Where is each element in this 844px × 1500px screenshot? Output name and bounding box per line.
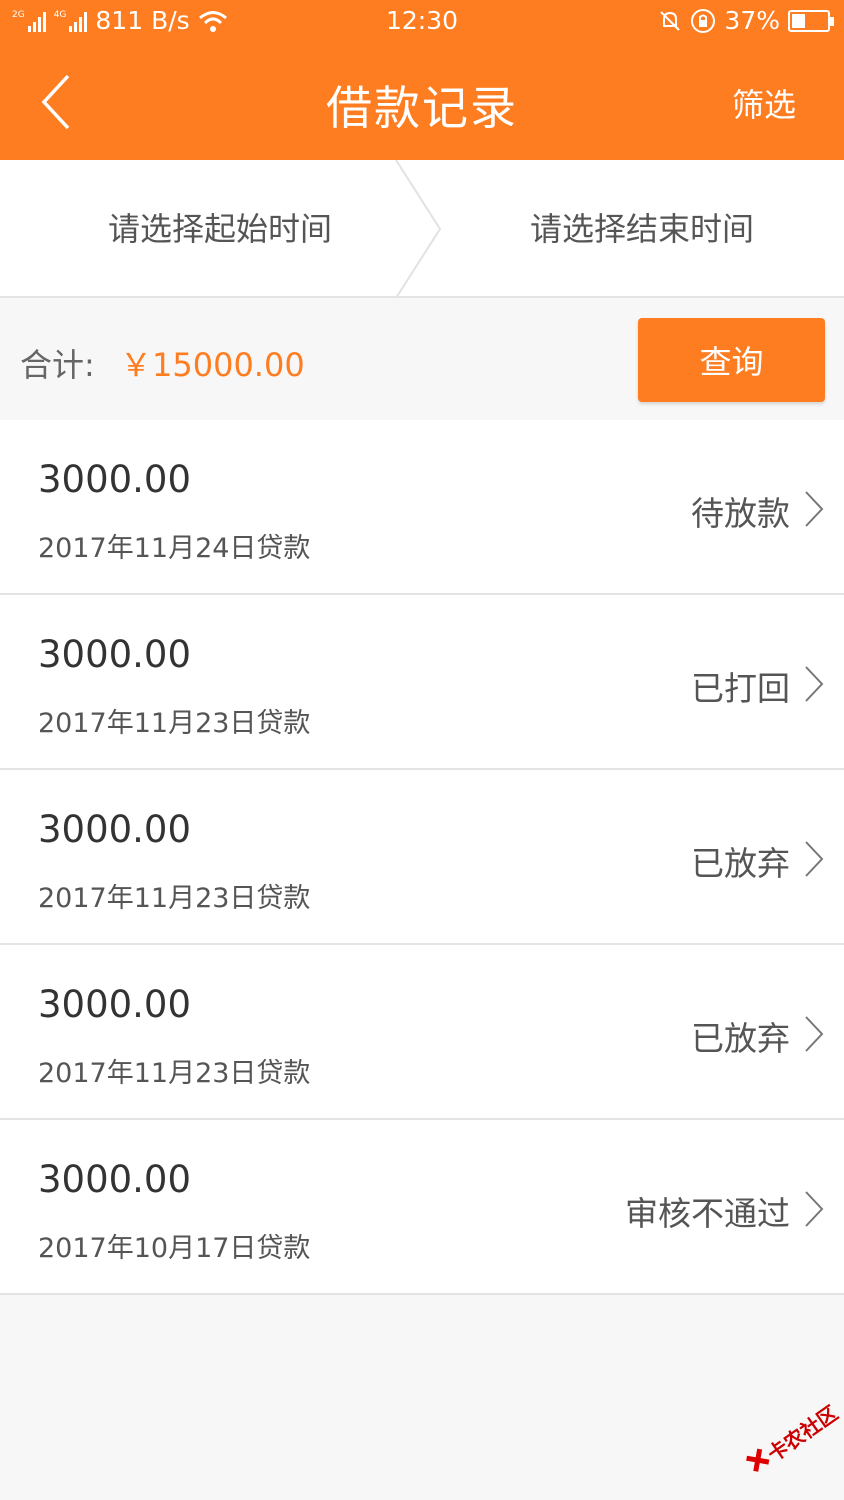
summary-bar: 合计: ￥15000.00 查询 — [0, 300, 844, 418]
chevron-right-icon — [805, 666, 824, 702]
filter-button[interactable]: 筛选 — [732, 80, 796, 126]
total-label: 合计: — [20, 346, 95, 384]
total-amount: ￥15000.00 — [120, 346, 305, 384]
loan-amount: 3000.00 — [38, 458, 192, 501]
end-date-picker[interactable]: 请选择结束时间 — [440, 160, 844, 298]
loan-amount: 3000.00 — [38, 1158, 192, 1201]
loan-status: 已放弃 — [691, 1019, 790, 1058]
status-bar: 2G 4G 811 B/s 12:30 37% — [0, 0, 844, 44]
loan-status: 审核不通过 — [625, 1194, 790, 1233]
watermark-text: 卡农社区 — [762, 1400, 843, 1467]
chevron-right-icon — [805, 1191, 824, 1227]
loan-date: 2017年11月24日贷款 — [38, 533, 311, 564]
loan-amount: 3000.00 — [38, 983, 192, 1026]
page-title: 借款记录 — [326, 81, 518, 135]
loan-record-row[interactable]: 3000.00 2017年11月23日贷款 已打回 — [0, 595, 844, 770]
battery-percent: 37% — [724, 6, 780, 35]
chevron-right-icon — [805, 1016, 824, 1052]
loan-record-list: 3000.00 2017年11月24日贷款 待放款 3000.00 2017年1… — [0, 420, 844, 1295]
status-bar-right: 37% — [658, 6, 834, 35]
query-button[interactable]: 查询 — [638, 318, 825, 402]
chevron-right-icon — [805, 841, 824, 877]
rotation-lock-icon — [691, 8, 716, 33]
loan-amount: 3000.00 — [38, 633, 192, 676]
loan-date: 2017年11月23日贷款 — [38, 708, 311, 739]
nav-bar: 借款记录 筛选 — [0, 44, 844, 160]
loan-amount: 3000.00 — [38, 808, 192, 851]
app-header: 2G 4G 811 B/s 12:30 37% 借款记录 筛选 — [0, 0, 844, 160]
loan-record-row[interactable]: 3000.00 2017年11月24日贷款 待放款 — [0, 420, 844, 595]
loan-record-row[interactable]: 3000.00 2017年11月23日贷款 已放弃 — [0, 770, 844, 945]
loan-status: 待放款 — [691, 494, 790, 533]
loan-status: 已放弃 — [691, 844, 790, 883]
watermark: 卡农社区 — [732, 1387, 844, 1494]
loan-record-row[interactable]: 3000.00 2017年10月17日贷款 审核不通过 — [0, 1120, 844, 1295]
loan-date: 2017年11月23日贷款 — [38, 1058, 311, 1089]
date-range-selector: 请选择起始时间 请选择结束时间 — [0, 160, 844, 298]
loan-date: 2017年11月23日贷款 — [38, 883, 311, 914]
loan-record-row[interactable]: 3000.00 2017年11月23日贷款 已放弃 — [0, 945, 844, 1120]
battery-icon — [788, 9, 834, 32]
bell-muted-icon — [660, 10, 681, 31]
chevron-right-icon — [805, 491, 824, 527]
battery-level — [792, 13, 805, 28]
loan-status: 已打回 — [691, 669, 790, 708]
loan-date: 2017年10月17日贷款 — [38, 1233, 311, 1264]
start-date-picker[interactable]: 请选择起始时间 — [0, 160, 440, 298]
